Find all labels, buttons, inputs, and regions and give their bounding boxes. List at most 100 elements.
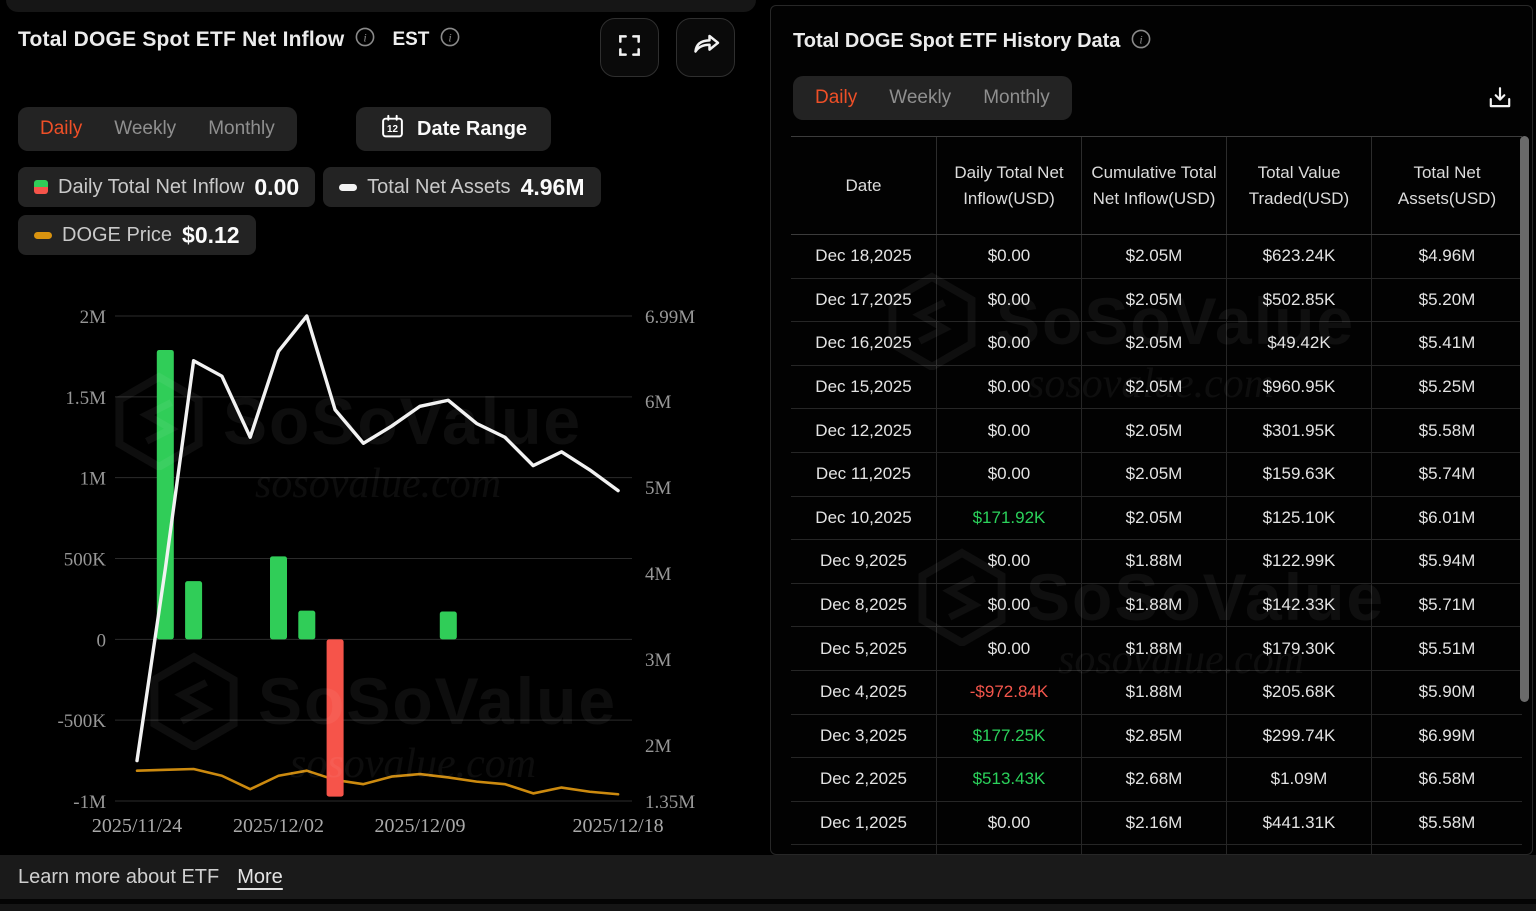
cell-date: Dec 4,2025 (791, 671, 936, 714)
cell-value: $6.01M (1371, 497, 1522, 540)
footer-more-link[interactable]: More (237, 866, 283, 889)
fullscreen-icon (616, 32, 643, 64)
legend-total-net-assets[interactable]: Total Net Assets 4.96M (323, 167, 600, 207)
cell-value: $49.42K (1226, 322, 1371, 365)
cell-value: $2.05M (1081, 453, 1226, 496)
left-panel-header: Total DOGE Spot ETF Net Inflow i EST i (18, 26, 461, 53)
legend-value: $0.12 (182, 222, 240, 249)
cell-value: $5.74M (1371, 453, 1522, 496)
date-range-button[interactable]: 12 Date Range (356, 107, 551, 151)
info-icon[interactable]: i (354, 26, 376, 53)
table-row: Dec 5,2025$0.00$1.88M$179.30K$5.51M (791, 627, 1522, 671)
legend-daily-net-inflow[interactable]: Daily Total Net Inflow 0.00 (18, 167, 315, 207)
share-button[interactable] (676, 18, 735, 77)
cell-date: Dec 11,2025 (791, 453, 936, 496)
cell-value: $960.95K (1226, 366, 1371, 409)
col-header-daily-inflow: Daily Total Net Inflow(USD) (936, 137, 1081, 234)
cell-date: Dec 15,2025 (791, 366, 936, 409)
next-card-edge (0, 904, 1536, 911)
cell-value: $6.99M (1371, 715, 1522, 758)
svg-text:2M: 2M (645, 736, 672, 757)
cell-value: $0.00 (936, 845, 1081, 855)
svg-text:1.35M: 1.35M (645, 792, 695, 813)
svg-text:6.99M: 6.99M (645, 307, 695, 328)
table-row: Nov 28,2025$0.00$2.16M$462.08K$6.29M (791, 845, 1522, 855)
chart-legend-row-2: DOGE Price $0.12 (18, 215, 256, 255)
cell-value: $5.51M (1371, 627, 1522, 670)
cell-date: Dec 12,2025 (791, 409, 936, 452)
history-table-body: Dec 18,2025$0.00$2.05M$623.24K$4.96MDec … (791, 235, 1522, 855)
svg-text:0: 0 (97, 630, 107, 651)
table-scrollbar[interactable] (1520, 136, 1529, 702)
legend-label: DOGE Price (62, 224, 172, 247)
cell-value: $0.00 (936, 409, 1081, 452)
cell-value: $5.90M (1371, 671, 1522, 714)
table-row: Dec 2,2025$513.43K$2.68M$1.09M$6.58M (791, 758, 1522, 802)
table-period-tabs: Daily Weekly Monthly (793, 76, 1072, 120)
cell-value: $1.88M (1081, 540, 1226, 583)
info-icon[interactable]: i (439, 26, 461, 53)
calendar-icon: 12 (380, 114, 405, 144)
col-header-date: Date (791, 137, 936, 234)
tab-weekly[interactable]: Weekly (889, 87, 951, 109)
cell-date: Dec 18,2025 (791, 235, 936, 278)
cell-value: $623.24K (1226, 235, 1371, 278)
cell-value: $2.05M (1081, 322, 1226, 365)
svg-text:2025/12/18: 2025/12/18 (573, 815, 664, 837)
history-data-card: Total DOGE Spot ETF History Data i Daily… (770, 5, 1533, 855)
cell-date: Dec 16,2025 (791, 322, 936, 365)
cell-value: $5.41M (1371, 322, 1522, 365)
cell-value: $205.68K (1226, 671, 1371, 714)
cell-value: $142.33K (1226, 584, 1371, 627)
table-row: Dec 16,2025$0.00$2.05M$49.42K$5.41M (791, 322, 1522, 366)
table-row: Dec 1,2025$0.00$2.16M$441.31K$5.58M (791, 802, 1522, 846)
cell-value: $1.88M (1081, 671, 1226, 714)
legend-value: 0.00 (254, 174, 299, 201)
cell-value: $4.96M (1371, 235, 1522, 278)
info-icon[interactable]: i (1130, 28, 1152, 55)
table-title: Total DOGE Spot ETF History Data (793, 30, 1120, 53)
tab-daily[interactable]: Daily (40, 118, 82, 140)
cell-value: $0.00 (936, 235, 1081, 278)
cell-date: Dec 3,2025 (791, 715, 936, 758)
svg-text:6M: 6M (645, 392, 672, 413)
fullscreen-button[interactable] (600, 18, 659, 77)
download-button[interactable] (1484, 84, 1516, 116)
cell-value: $0.00 (936, 802, 1081, 845)
right-panel-header: Total DOGE Spot ETF History Data i (793, 28, 1152, 55)
cell-date: Dec 5,2025 (791, 627, 936, 670)
footer-text: Learn more about ETF (18, 866, 219, 889)
cell-value: $2.68M (1081, 758, 1226, 801)
cell-value: $0.00 (936, 279, 1081, 322)
col-header-net-assets: Total Net Assets(USD) (1371, 137, 1522, 234)
cell-date: Dec 10,2025 (791, 497, 936, 540)
cell-value: $2.16M (1081, 845, 1226, 855)
svg-text:i: i (449, 31, 452, 45)
cell-value: $301.95K (1226, 409, 1371, 452)
cell-value: $0.00 (936, 584, 1081, 627)
legend-label: Daily Total Net Inflow (58, 176, 244, 199)
svg-text:i: i (364, 31, 367, 45)
tab-monthly[interactable]: Monthly (983, 87, 1050, 109)
price-legend-icon (34, 232, 52, 239)
cell-value: $1.88M (1081, 584, 1226, 627)
col-header-value-traded: Total Value Traded(USD) (1226, 137, 1371, 234)
legend-value: 4.96M (521, 174, 585, 201)
svg-text:1M: 1M (80, 469, 107, 490)
svg-text:2025/12/02: 2025/12/02 (233, 815, 324, 837)
table-row: Dec 8,2025$0.00$1.88M$142.33K$5.71M (791, 584, 1522, 628)
tab-monthly[interactable]: Monthly (208, 118, 275, 140)
svg-text:3M: 3M (645, 650, 672, 671)
legend-doge-price[interactable]: DOGE Price $0.12 (18, 215, 256, 255)
cell-value: $177.25K (936, 715, 1081, 758)
etf-footer: Learn more about ETF More (0, 855, 1536, 899)
tab-weekly[interactable]: Weekly (114, 118, 176, 140)
cell-date: Dec 17,2025 (791, 279, 936, 322)
tab-daily[interactable]: Daily (815, 87, 857, 109)
cell-value: $0.00 (936, 322, 1081, 365)
table-row: Dec 9,2025$0.00$1.88M$122.99K$5.94M (791, 540, 1522, 584)
cell-value: $1.09M (1226, 758, 1371, 801)
svg-text:-500K: -500K (57, 711, 106, 732)
cell-value: $5.94M (1371, 540, 1522, 583)
cell-value: $441.31K (1226, 802, 1371, 845)
